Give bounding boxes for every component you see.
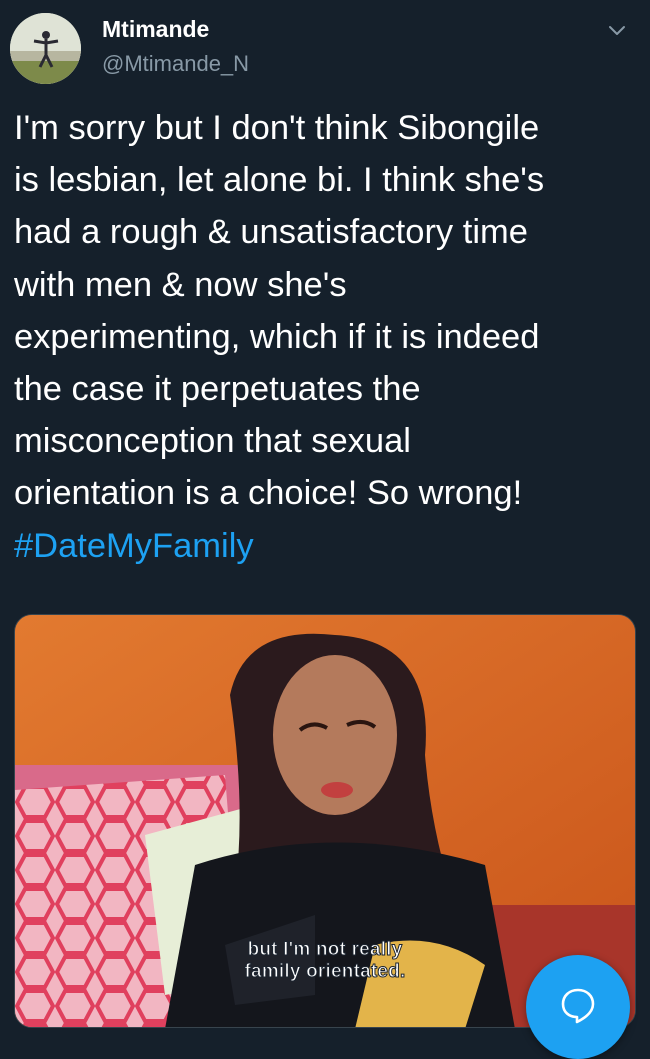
tweet-text-line: had a rough & unsatisfactory time xyxy=(14,213,528,252)
avatar[interactable] xyxy=(10,13,81,84)
compose-reply-button[interactable] xyxy=(526,955,630,1059)
tweet: Mtimande @Mtimande_N I'm sorry but I don… xyxy=(0,0,650,1057)
tweet-text-line: is lesbian, let alone bi. I think she's xyxy=(14,161,545,200)
hashtag-link[interactable]: #DateMyFamily xyxy=(14,520,638,572)
tweet-text-line: with men & now she's xyxy=(14,265,347,304)
tweet-text-line: misconception that sexual xyxy=(14,422,411,461)
tweet-media-image[interactable]: but I'm not really family orientated. xyxy=(14,614,636,1028)
video-subtitle-line: but I'm not really xyxy=(247,939,403,961)
tweet-text-line: the case it perpetuates the xyxy=(14,370,421,409)
user-handle[interactable]: @Mtimande_N xyxy=(102,51,249,77)
tweet-text-line: orientation is a choice! So wrong! xyxy=(14,474,523,513)
speech-bubble-icon xyxy=(561,988,595,1024)
chevron-down-icon[interactable] xyxy=(602,16,632,46)
tweet-text-line: experimenting, which if it is indeed xyxy=(14,317,540,356)
tweet-text: I'm sorry but I don't think Sibongile is… xyxy=(14,102,638,572)
tweet-text-line: I'm sorry but I don't think Sibongile xyxy=(14,109,540,147)
display-name[interactable]: Mtimande xyxy=(102,16,209,43)
